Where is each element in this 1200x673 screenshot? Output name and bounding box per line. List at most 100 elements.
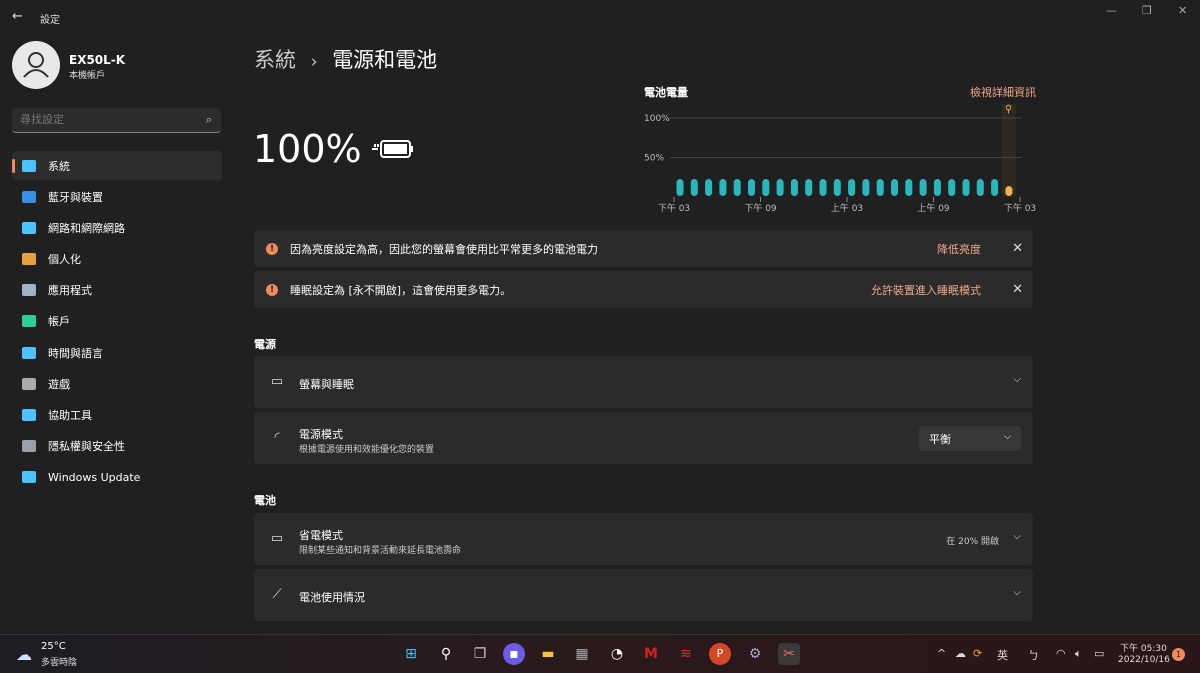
sync-icon[interactable]: ⟳	[973, 647, 982, 660]
battery-icon[interactable]: ▭	[1094, 647, 1104, 660]
sidebar-item-3[interactable]: 個人化	[12, 245, 222, 274]
volume-icon[interactable]: 🔈︎	[1075, 647, 1082, 661]
sidebar-item-label: 隱私權與安全性	[48, 440, 125, 454]
app-title: 設定	[40, 15, 60, 26]
breadcrumb-parent[interactable]: 系統	[254, 48, 296, 72]
battery-bar	[719, 179, 727, 196]
chevron-up-icon[interactable]: ^	[937, 647, 946, 660]
user-name: EX50L-K	[69, 53, 126, 67]
onedrive-icon[interactable]: ☁	[955, 647, 966, 660]
battery-bar	[748, 179, 755, 196]
sidebar-item-label: 時間與語言	[48, 346, 103, 360]
task-view-icon[interactable]: ❐	[469, 643, 491, 665]
breadcrumb-separator: ›	[310, 52, 318, 72]
avatar[interactable]	[12, 41, 60, 89]
search-box[interactable]: ⌕	[12, 108, 221, 133]
powerpoint-icon[interactable]: P	[709, 643, 731, 665]
app-speed-icon[interactable]: ◔	[606, 643, 628, 665]
notification-badge[interactable]: 1	[1172, 648, 1185, 661]
battery-bar	[891, 179, 898, 196]
power-mode-value: 平衡	[929, 433, 951, 446]
ime-mode-icon[interactable]: ㄅ	[1028, 647, 1039, 663]
close-icon[interactable]: ✕	[1012, 282, 1023, 297]
battery-level-chart: 電池電量 檢視詳細資訊 100% 50% ⚲ 下午 03 下午 09 上午 03 上午 09…	[644, 84, 1036, 216]
battery-saver-status: 在 20% 開啟	[946, 537, 999, 547]
battery-bar	[976, 179, 984, 196]
close-icon[interactable]: ✕	[1012, 241, 1023, 256]
sidebar-item-7[interactable]: 遊戲	[12, 369, 222, 398]
battery-bar	[733, 179, 741, 196]
sidebar-item-label: 應用程式	[48, 284, 92, 298]
weather-temp[interactable]: 25°C	[41, 641, 66, 652]
banner-text: 因為亮度設定為高，因此您的螢幕會使用比平常更多的電池電力	[290, 242, 598, 256]
search-icon[interactable]: ⚲	[435, 643, 457, 665]
snipping-tool-icon[interactable]: ✂	[778, 643, 800, 665]
shield-icon	[22, 440, 36, 453]
weather-cloud-icon[interactable]: ☁	[16, 645, 32, 664]
back-button[interactable]: ←	[12, 9, 23, 24]
sidebar-item-6[interactable]: 時間與語言	[12, 338, 222, 367]
y-tick-label: 100%	[644, 114, 670, 124]
battery-saver-card[interactable]: ▭ 省電模式 限制某些通知和背景活動來延長電池壽命 在 20% 開啟 ⌵	[254, 513, 1033, 565]
weather-desc[interactable]: 多雲時陰	[41, 655, 77, 668]
settings-gear-icon[interactable]: ⚙	[744, 643, 766, 665]
sidebar-nav: 系統藍牙與裝置 網路和網際網路 個人化應用程式帳戶時間與語言遊戲協助工具隱私權與安全…	[12, 151, 222, 494]
x-tick-label: 下午 03	[658, 202, 690, 214]
sidebar-item-10[interactable]: Windows Update	[12, 463, 222, 492]
clock-time[interactable]: 下午 05:30	[1120, 641, 1167, 654]
sidebar-item-label: 遊戲	[48, 377, 70, 391]
screen-sleep-card[interactable]: ▭ 螢幕與睡眠 ⌵	[254, 356, 1033, 408]
app-icon[interactable]: ≋	[675, 643, 697, 665]
battery-bar	[862, 179, 870, 196]
sidebar-item-1[interactable]: 藍牙與裝置	[12, 182, 222, 211]
sidebar-item-0[interactable]: 系統	[12, 151, 222, 180]
banner-action-link[interactable]: 降低亮度	[937, 241, 981, 257]
x-tick-label: 下午 09	[744, 202, 777, 214]
line-chart-icon: ⟋	[272, 587, 282, 602]
clock-date[interactable]: 2022/10/16	[1118, 655, 1170, 665]
search-input[interactable]	[12, 108, 192, 131]
account-type: 本機帳戶	[69, 71, 106, 81]
gamepad-icon	[22, 377, 36, 390]
start-icon[interactable]: ⊞	[400, 643, 422, 665]
chevron-down-icon[interactable]: ⌵	[1013, 374, 1021, 385]
battery-saver-icon: ▭	[270, 531, 284, 546]
apps-icon	[22, 284, 36, 297]
maximize-button[interactable]: ❐	[1142, 4, 1152, 17]
store-icon[interactable]: ▦	[571, 643, 593, 665]
wifi-icon[interactable]: ◠	[1056, 647, 1066, 660]
battery-bar	[962, 179, 970, 196]
sidebar-item-5[interactable]: 帳戶	[12, 307, 222, 336]
sidebar-item-label: 系統	[48, 159, 70, 173]
minimize-button[interactable]: —	[1106, 4, 1117, 17]
battery-usage-card[interactable]: ⟋ 電池使用情況 ⌵	[254, 569, 1033, 621]
accessibility-icon	[22, 409, 36, 421]
mcafee-icon[interactable]: M	[640, 643, 662, 665]
breadcrumb: 系統 › 電源和電池	[254, 44, 437, 74]
sidebar-item-8[interactable]: 協助工具	[12, 401, 222, 430]
chevron-down-icon[interactable]: ⌵	[1013, 587, 1021, 598]
sidebar-item-label: Windows Update	[48, 470, 141, 484]
battery-bar	[848, 179, 856, 196]
ime-indicator[interactable]: 英	[997, 647, 1008, 663]
chevron-down-icon[interactable]: ⌵	[1013, 531, 1021, 542]
battery-bar	[948, 179, 956, 196]
person-icon	[22, 315, 36, 328]
plug-icon: ⚲	[1005, 104, 1012, 115]
battery-section-header: 電池	[254, 494, 276, 507]
sidebar-item-9[interactable]: 隱私權與安全性	[12, 432, 222, 461]
sidebar-item-4[interactable]: 應用程式	[12, 276, 222, 305]
title-bar: ← 設定 — ❐ ✕	[0, 0, 1200, 34]
banner-action-link[interactable]: 允許裝置進入睡眠模式	[871, 282, 981, 298]
chat-icon[interactable]: ▪	[503, 643, 525, 665]
update-icon	[22, 471, 36, 484]
file-explorer-icon[interactable]: ▬	[537, 643, 559, 665]
sidebar-item-2[interactable]: 網路和網際網路	[12, 213, 222, 242]
battery-usage-title: 電池使用情況	[299, 591, 365, 604]
search-icon[interactable]: ⌕	[206, 113, 212, 127]
x-tick-label: 上午 03	[831, 202, 863, 214]
close-button[interactable]: ✕	[1178, 4, 1187, 17]
power-mode-dropdown[interactable]: 平衡 ⌵	[919, 426, 1021, 451]
battery-percent: 100%	[253, 127, 362, 171]
battery-bar	[705, 179, 713, 196]
